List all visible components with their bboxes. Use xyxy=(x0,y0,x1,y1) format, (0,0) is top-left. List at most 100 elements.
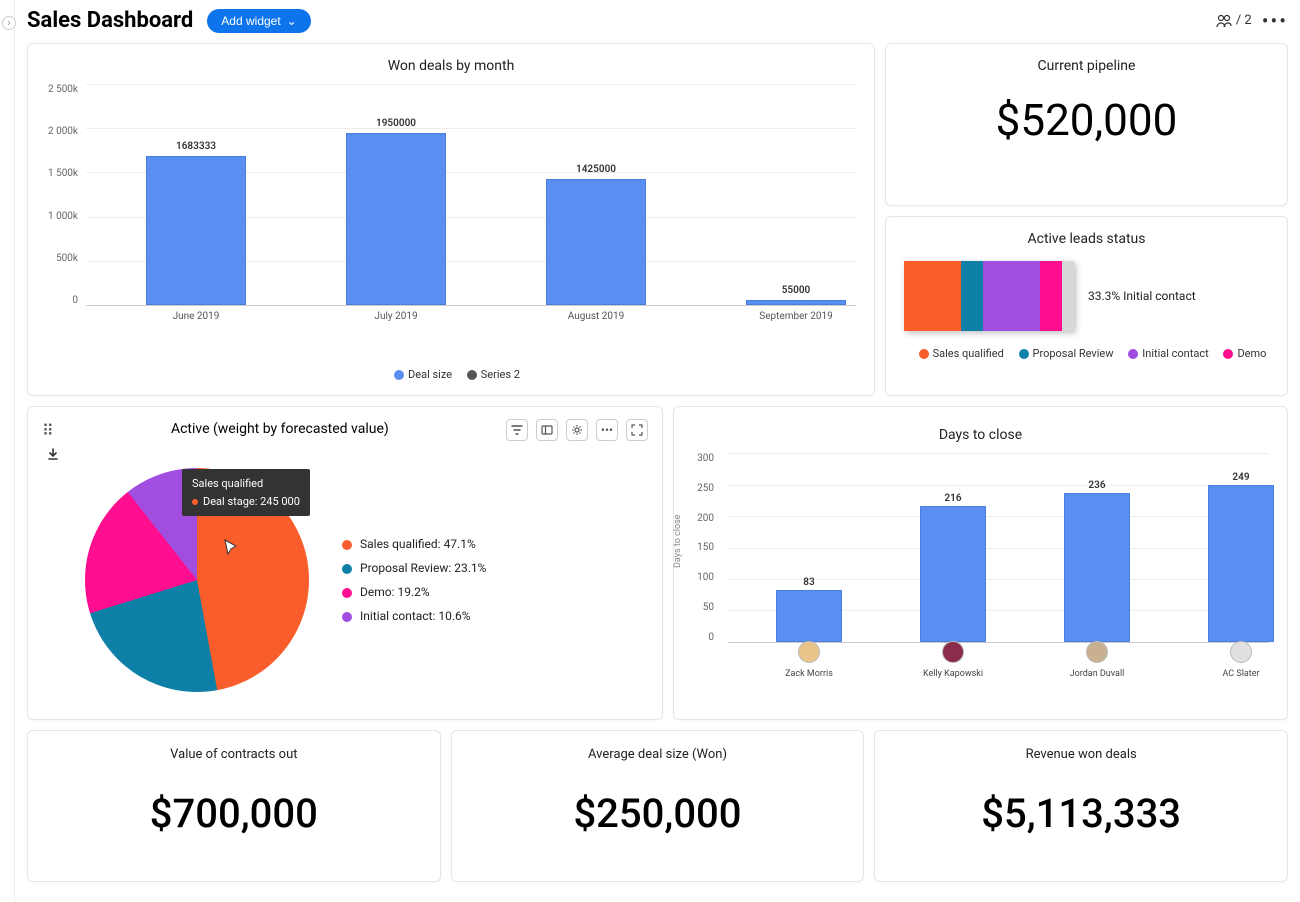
leads-seg-other xyxy=(1062,261,1074,331)
bar-label: 55000 xyxy=(747,285,845,296)
bar-label: 216 xyxy=(921,493,985,504)
ytick: 200 xyxy=(688,513,714,524)
xtick: Jordan Duvall xyxy=(1065,641,1129,679)
ytick: 1 000k xyxy=(42,211,78,222)
legend-item: Proposal Review: 23.1% xyxy=(360,561,486,575)
bar-label: 83 xyxy=(777,577,841,588)
won-deals-card: Won deals by month 2 500k 2 000k 1 500k … xyxy=(27,43,875,396)
dtc-bar[interactable]: 216 Kelly Kapowski xyxy=(920,506,986,642)
collaborators-button[interactable]: / 2 xyxy=(1216,13,1252,28)
current-pipeline-card: Current pipeline $520,000 xyxy=(885,43,1288,206)
revenue-won-title: Revenue won deals xyxy=(889,747,1273,762)
bar-label: 1683333 xyxy=(147,141,245,152)
collaborator-count: / 2 xyxy=(1236,13,1252,28)
dtc-yaxis: 300 250 200 150 100 50 0 xyxy=(688,453,714,643)
legend-item: Deal size xyxy=(408,368,452,381)
expand-icon[interactable] xyxy=(626,419,648,441)
ytick: 150 xyxy=(688,542,714,553)
person-name: Kelly Kapowski xyxy=(923,669,983,679)
won-bar[interactable]: 1683333 June 2019 xyxy=(146,156,246,305)
days-to-close-card: Days to close Days to close 300 250 200 … xyxy=(673,406,1288,720)
ytick: 2 500k xyxy=(42,84,78,95)
won-deals-legend: Deal size Series 2 xyxy=(42,368,860,381)
tooltip-detail: Deal stage: 245 000 xyxy=(203,495,300,508)
bar-label: 1950000 xyxy=(347,118,445,129)
xtick: September 2019 xyxy=(747,311,845,322)
add-widget-label: Add widget xyxy=(221,14,280,28)
avatar xyxy=(1086,641,1108,663)
ytick: 1 500k xyxy=(42,168,78,179)
days-to-close-title: Days to close xyxy=(688,421,1273,443)
chevron-down-icon: ⌄ xyxy=(287,14,297,28)
revenue-won-value: $5,113,333 xyxy=(889,762,1273,867)
bar-label: 1425000 xyxy=(547,164,645,175)
dtc-bar[interactable]: 249 AC Slater xyxy=(1208,485,1274,642)
won-deals-chart: 2 500k 2 000k 1 500k 1 000k 500k 0 16833… xyxy=(42,84,860,334)
won-deals-yaxis: 2 500k 2 000k 1 500k 1 000k 500k 0 xyxy=(42,84,78,306)
leads-seg-initial-contact xyxy=(983,261,1040,331)
people-icon xyxy=(1216,14,1232,28)
avatar xyxy=(798,641,820,663)
leads-seg-demo xyxy=(1040,261,1063,331)
avg-deal-card: Average deal size (Won) $250,000 xyxy=(451,730,865,882)
xtick: Kelly Kapowski xyxy=(921,641,985,679)
more-icon[interactable]: ••• xyxy=(596,419,618,441)
person-name: Jordan Duvall xyxy=(1070,669,1125,679)
dtc-ylabel: Days to close xyxy=(673,514,683,568)
ytick: 2 000k xyxy=(42,126,78,137)
dtc-bar[interactable]: 236 Jordan Duvall xyxy=(1064,493,1130,642)
current-pipeline-value: $520,000 xyxy=(900,84,1273,170)
dtc-bar[interactable]: 83 Zack Morris xyxy=(776,590,842,642)
download-icon[interactable] xyxy=(42,443,64,465)
active-forecast-card: ⠿ Active (weight by forecasted value) ••… xyxy=(27,406,663,720)
contracts-out-value: $700,000 xyxy=(42,762,426,867)
person-name: Zack Morris xyxy=(785,669,833,679)
active-leads-bar[interactable] xyxy=(904,261,1074,331)
active-forecast-title: Active (weight by forecasted value) xyxy=(54,417,506,443)
revenue-won-card: Revenue won deals $5,113,333 xyxy=(874,730,1288,882)
drag-handle-icon[interactable]: ⠿ xyxy=(42,421,54,440)
bar-label: 249 xyxy=(1209,472,1273,483)
xtick: June 2019 xyxy=(147,311,245,322)
page-header: Sales Dashboard Add widget ⌄ / 2 ••• xyxy=(27,8,1288,33)
filter-icon[interactable] xyxy=(506,419,528,441)
legend-item: Demo xyxy=(1237,347,1266,360)
xtick: August 2019 xyxy=(547,311,645,322)
xtick: AC Slater xyxy=(1209,641,1273,679)
more-menu-button[interactable]: ••• xyxy=(1262,9,1288,33)
ytick: 100 xyxy=(688,572,714,583)
won-bar[interactable]: 1425000 August 2019 xyxy=(546,179,646,305)
ytick: 0 xyxy=(688,632,714,643)
active-leads-highlight: 33.3% Initial contact xyxy=(1088,289,1196,303)
won-bar[interactable]: 1950000 July 2019 xyxy=(346,133,446,305)
leads-seg-sales-qualified xyxy=(904,261,961,331)
pie-tooltip: Sales qualified Deal stage: 245 000 xyxy=(182,469,310,516)
legend-item: Sales qualified xyxy=(933,347,1004,360)
legend-item: Initial contact: 10.6% xyxy=(360,609,471,623)
ytick: 250 xyxy=(688,483,714,494)
xtick: July 2019 xyxy=(347,311,445,322)
avg-deal-value: $250,000 xyxy=(466,762,850,867)
days-to-close-chart: Days to close 300 250 200 150 100 50 0 xyxy=(688,453,1273,683)
legend-item: Series 2 xyxy=(481,368,520,381)
columns-icon[interactable] xyxy=(536,419,558,441)
page-title: Sales Dashboard xyxy=(27,8,193,33)
avatar xyxy=(1230,641,1252,663)
ytick: 0 xyxy=(42,295,78,306)
bar-label: 236 xyxy=(1065,480,1129,491)
avg-deal-title: Average deal size (Won) xyxy=(466,747,850,762)
avatar xyxy=(942,641,964,663)
contracts-out-card: Value of contracts out $700,000 xyxy=(27,730,441,882)
sidebar-collapse-button[interactable]: › xyxy=(2,16,16,30)
leads-seg-proposal-review xyxy=(961,261,984,331)
active-forecast-legend: Sales qualified: 47.1% Proposal Review: … xyxy=(342,532,486,628)
ytick: 300 xyxy=(688,453,714,464)
person-name: AC Slater xyxy=(1222,669,1259,679)
add-widget-button[interactable]: Add widget ⌄ xyxy=(207,9,310,33)
won-bar[interactable]: 55000 September 2019 xyxy=(746,300,846,305)
current-pipeline-title: Current pipeline xyxy=(900,58,1273,74)
gear-icon[interactable] xyxy=(566,419,588,441)
cursor-icon xyxy=(222,539,240,557)
active-leads-legend: Sales qualified Proposal Review Initial … xyxy=(900,347,1273,360)
ytick: 50 xyxy=(688,602,714,613)
